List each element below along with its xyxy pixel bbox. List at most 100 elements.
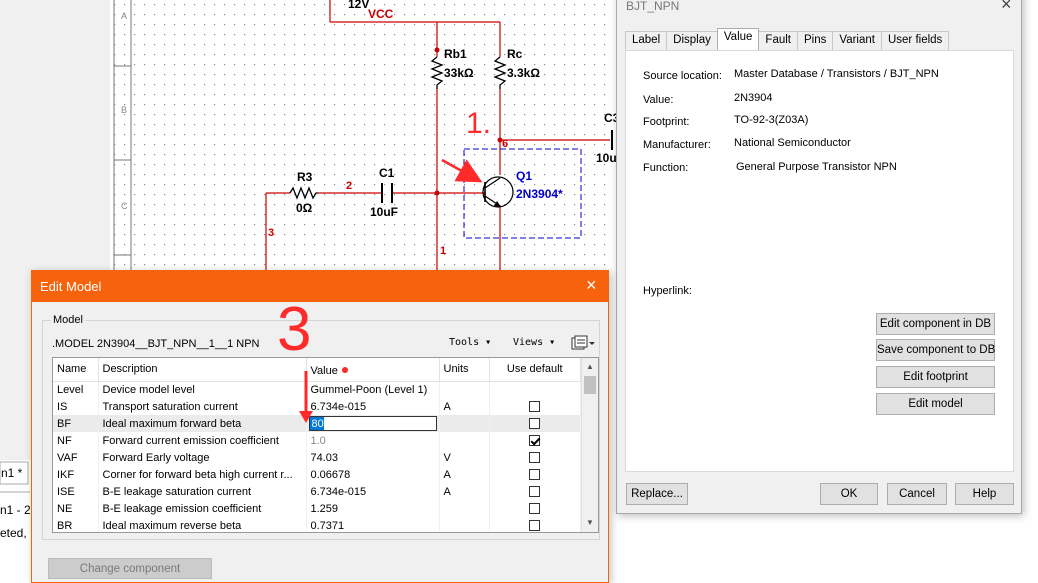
edit-model-dialog: Edit Model × Model .MODEL 2N3904__BJT_NP…: [31, 270, 609, 583]
param-value[interactable]: 1.259: [306, 500, 440, 517]
edit-footprint-button[interactable]: Edit footprint: [876, 366, 995, 388]
source-location-value: Master Database / Transistors / BJT_NPN: [734, 68, 939, 80]
net-label-3: 3: [268, 227, 274, 239]
param-description: Corner for forward beta high current r..…: [98, 466, 307, 483]
use-default-cell: [489, 398, 581, 415]
table-row[interactable]: IKF Corner for forward beta high current…: [53, 466, 581, 483]
param-units: A: [439, 466, 490, 483]
left-tab-label[interactable]: n1 *: [1, 466, 23, 480]
cancel-button[interactable]: Cancel: [887, 483, 947, 505]
param-units: [439, 415, 490, 432]
edit-model-titlebar[interactable]: [32, 271, 608, 302]
use-default-checkbox[interactable]: [529, 469, 541, 481]
col-value[interactable]: Value ●: [306, 358, 440, 382]
use-default-cell: [489, 517, 581, 532]
tab-fault[interactable]: Fault: [758, 31, 798, 50]
border-label-a: A: [121, 11, 127, 21]
c3-value: 10u: [596, 151, 617, 165]
border-label-b: B: [121, 105, 127, 115]
tab-value[interactable]: Value: [716, 28, 760, 50]
table-row[interactable]: Level Device model level Gummel-Poon (Le…: [53, 381, 581, 398]
use-default-cell: [489, 500, 581, 517]
left-text-1: n1 - 2: [0, 503, 31, 517]
use-default-checkbox[interactable]: [529, 503, 541, 515]
param-units: V: [439, 449, 490, 466]
bjt-npn-dialog: BJT_NPN × Label Display Value Fault Pins…: [616, 0, 1022, 514]
param-name: VAF: [53, 449, 99, 466]
scroll-up-icon[interactable]: ▲: [586, 362, 594, 371]
use-default-cell: [489, 483, 581, 500]
param-value[interactable]: 6.734e-015: [306, 483, 440, 500]
change-component-button[interactable]: Change component: [48, 558, 212, 579]
param-units: [439, 381, 490, 398]
function-value: General Purpose Transistor NPN: [736, 161, 897, 173]
param-description: Ideal maximum forward beta: [98, 415, 307, 432]
table-row[interactable]: IS Transport saturation current 6.734e-0…: [53, 398, 581, 415]
param-value[interactable]: 6.734e-015: [306, 398, 440, 415]
views-chevron-down-icon: ▾: [549, 337, 556, 348]
views-menu[interactable]: Views ▾: [513, 337, 555, 348]
ok-button[interactable]: OK: [820, 483, 878, 505]
param-value[interactable]: 74.03: [306, 449, 440, 466]
q1-value: 2N3904*: [516, 187, 563, 201]
tab-user-fields[interactable]: User fields: [880, 31, 950, 50]
manufacturer-value: National Semiconductor: [734, 137, 851, 149]
scroll-down-icon[interactable]: ▼: [586, 518, 594, 527]
param-name: Level: [53, 381, 99, 398]
use-default-checkbox[interactable]: [529, 418, 541, 430]
table-row[interactable]: NE B-E leakage emission coefficient 1.25…: [53, 500, 581, 517]
tab-variant[interactable]: Variant: [832, 31, 882, 50]
tab-pins[interactable]: Pins: [797, 31, 834, 50]
edit-model-title: Edit Model: [40, 279, 102, 294]
scrollbar-thumb[interactable]: [584, 376, 596, 394]
use-default-checkbox[interactable]: [529, 486, 541, 498]
use-default-cell: [489, 432, 581, 449]
tab-label[interactable]: Label: [625, 31, 668, 50]
replace-button[interactable]: Replace...: [626, 483, 688, 505]
close-icon[interactable]: ×: [1001, 0, 1012, 15]
param-description: B-E leakage saturation current: [98, 483, 307, 500]
param-units: [439, 517, 490, 532]
value-label: Value:: [643, 94, 674, 106]
param-units: A: [439, 483, 490, 500]
use-default-cell: [489, 449, 581, 466]
use-default-checkbox[interactable]: [529, 401, 541, 413]
properties-icon[interactable]: [571, 335, 595, 351]
use-default-checkbox[interactable]: [529, 435, 541, 447]
col-units[interactable]: Units: [439, 358, 490, 382]
param-description: B-E leakage emission coefficient: [98, 500, 307, 517]
param-value-cell: [306, 415, 440, 432]
col-use-default[interactable]: Use default: [489, 358, 581, 382]
tab-display[interactable]: Display: [666, 31, 718, 50]
table-row[interactable]: VAF Forward Early voltage 74.03 V: [53, 449, 581, 466]
col-description[interactable]: Description: [98, 358, 307, 382]
param-units: A: [439, 398, 490, 415]
net-label-1: 1: [440, 245, 446, 257]
use-default-checkbox[interactable]: [529, 452, 541, 464]
bf-value-input[interactable]: [308, 416, 437, 431]
table-row[interactable]: NF Forward current emission coefficient …: [53, 432, 581, 449]
model-line: .MODEL 2N3904__BJT_NPN__1__1 NPN: [52, 338, 260, 350]
param-value[interactable]: 0.06678: [306, 466, 440, 483]
edit-component-in-db-button[interactable]: Edit component in DB: [876, 313, 995, 335]
table-row[interactable]: ISE B-E leakage saturation current 6.734…: [53, 483, 581, 500]
param-value[interactable]: 0.7371: [306, 517, 440, 532]
table-row[interactable]: BF Ideal maximum forward beta: [53, 415, 581, 432]
vertical-scrollbar[interactable]: ▲ ▼: [581, 358, 598, 532]
edit-model-close-icon[interactable]: ×: [586, 275, 597, 296]
tools-menu[interactable]: Tools ▾: [449, 337, 491, 348]
param-value[interactable]: Gummel-Poon (Level 1): [306, 381, 440, 398]
col-name[interactable]: Name: [53, 358, 99, 382]
help-button[interactable]: Help: [955, 483, 1014, 505]
hyperlink-label: Hyperlink:: [643, 285, 692, 297]
views-menu-label: Views: [513, 337, 544, 348]
table-row[interactable]: BR Ideal maximum reverse beta 0.7371: [53, 517, 581, 532]
param-description: Transport saturation current: [98, 398, 307, 415]
use-default-checkbox[interactable]: [529, 520, 541, 532]
net-label-6: 6: [502, 138, 508, 150]
param-name: BR: [53, 517, 99, 532]
tools-chevron-down-icon: ▾: [485, 337, 492, 348]
edit-model-button[interactable]: Edit model: [876, 393, 995, 415]
save-component-to-db-button[interactable]: Save component to DB: [876, 339, 995, 361]
param-value[interactable]: 1.0: [306, 432, 440, 449]
